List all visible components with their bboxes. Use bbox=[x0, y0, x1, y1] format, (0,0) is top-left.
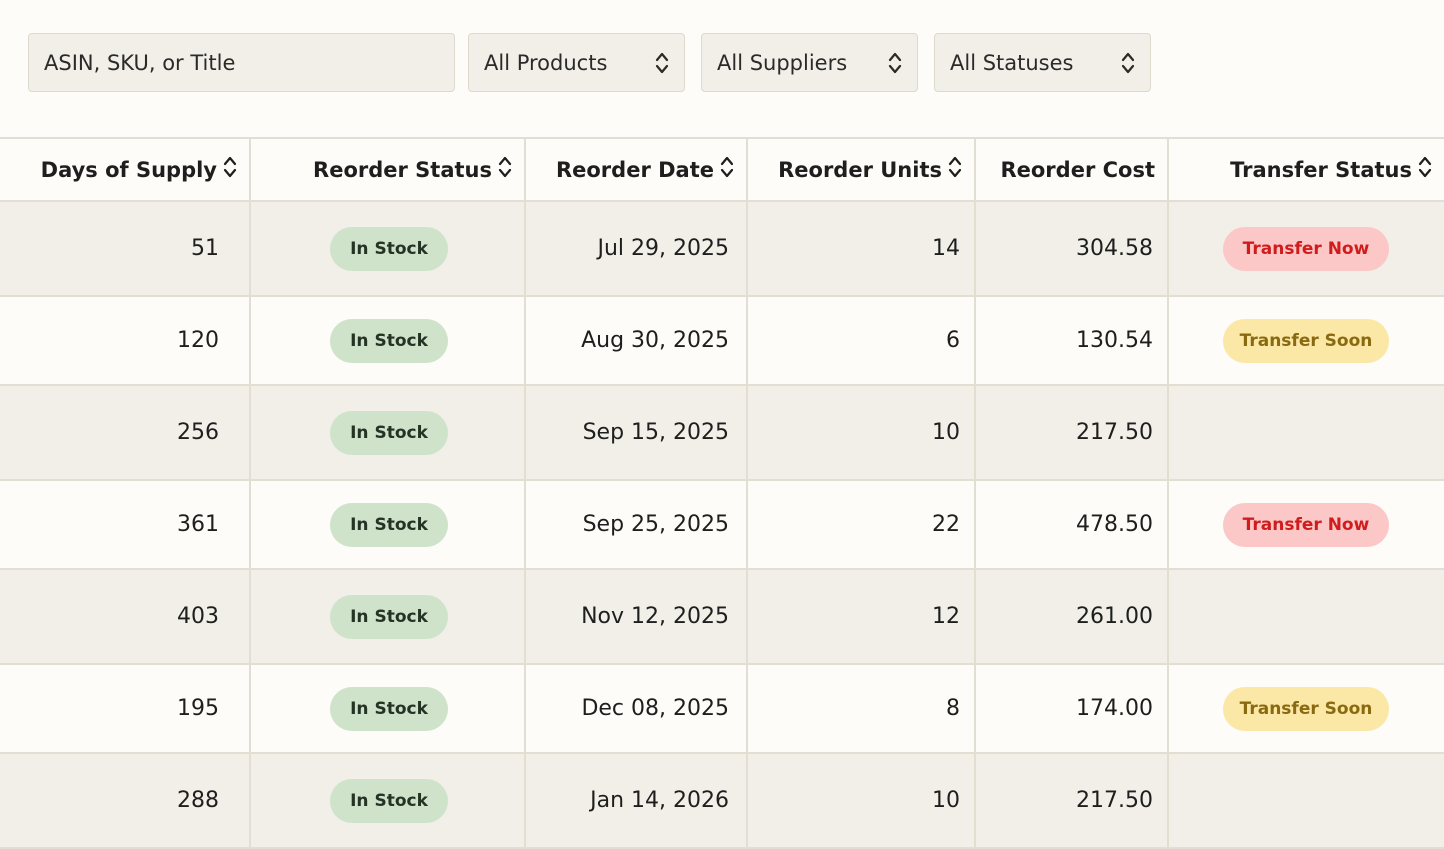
in-stock-badge: In Stock bbox=[330, 318, 448, 363]
column-header-transfer-status[interactable]: Transfer Status bbox=[1169, 139, 1444, 200]
products-select[interactable]: All Products bbox=[468, 33, 685, 92]
in-stock-badge: In Stock bbox=[330, 686, 448, 731]
days-of-supply-cell: 288 bbox=[0, 754, 251, 847]
column-header-reorder-units[interactable]: Reorder Units bbox=[748, 139, 976, 200]
reorder-date-cell: Nov 12, 2025 bbox=[526, 570, 748, 663]
table-row[interactable]: 361 In Stock Sep 25, 2025 22 478.50 Tran… bbox=[0, 481, 1444, 570]
transfer-soon-badge: Transfer Soon bbox=[1223, 686, 1389, 731]
table-row[interactable]: 120 In Stock Aug 30, 2025 6 130.54 Trans… bbox=[0, 297, 1444, 386]
transfer-status-cell bbox=[1169, 754, 1444, 847]
select-chevrons-icon bbox=[888, 51, 902, 75]
column-header-reorder-cost[interactable]: Reorder Cost bbox=[976, 139, 1169, 200]
column-header-days-of-supply[interactable]: Days of Supply bbox=[0, 139, 251, 200]
days-of-supply-cell: 51 bbox=[0, 202, 251, 295]
sort-chevrons-icon bbox=[948, 155, 962, 184]
transfer-now-badge: Transfer Now bbox=[1223, 226, 1389, 271]
in-stock-badge: In Stock bbox=[330, 594, 448, 639]
transfer-now-badge: Transfer Now bbox=[1223, 502, 1389, 547]
reorder-units-cell: 12 bbox=[748, 570, 976, 663]
column-header-label: Days of Supply bbox=[40, 157, 217, 182]
transfer-status-cell: Transfer Soon bbox=[1169, 665, 1444, 752]
select-chevrons-icon bbox=[655, 51, 669, 75]
table-row[interactable]: 195 In Stock Dec 08, 2025 8 174.00 Trans… bbox=[0, 665, 1444, 754]
reorder-units-cell: 14 bbox=[748, 202, 976, 295]
reorder-status-cell: In Stock bbox=[251, 297, 526, 384]
table-row[interactable]: 256 In Stock Sep 15, 2025 10 217.50 bbox=[0, 386, 1444, 481]
days-of-supply-cell: 120 bbox=[0, 297, 251, 384]
transfer-status-cell bbox=[1169, 386, 1444, 479]
reorder-date-cell: Sep 25, 2025 bbox=[526, 481, 748, 568]
transfer-status-cell: Transfer Now bbox=[1169, 202, 1444, 295]
reorder-units-cell: 6 bbox=[748, 297, 976, 384]
days-of-supply-cell: 256 bbox=[0, 386, 251, 479]
table-row[interactable]: 51 In Stock Jul 29, 2025 14 304.58 Trans… bbox=[0, 202, 1444, 297]
in-stock-badge: In Stock bbox=[330, 502, 448, 547]
reorder-date-cell: Sep 15, 2025 bbox=[526, 386, 748, 479]
column-header-label: Reorder Cost bbox=[1000, 157, 1155, 182]
column-header-label: Reorder Units bbox=[778, 157, 942, 182]
reorder-date-cell: Aug 30, 2025 bbox=[526, 297, 748, 384]
days-of-supply-cell: 361 bbox=[0, 481, 251, 568]
transfer-status-cell: Transfer Now bbox=[1169, 481, 1444, 568]
suppliers-select[interactable]: All Suppliers bbox=[701, 33, 918, 92]
statuses-select[interactable]: All Statuses bbox=[934, 33, 1151, 92]
reorder-units-cell: 22 bbox=[748, 481, 976, 568]
reorder-date-cell: Jul 29, 2025 bbox=[526, 202, 748, 295]
column-header-reorder-date[interactable]: Reorder Date bbox=[526, 139, 748, 200]
table-row[interactable]: 403 In Stock Nov 12, 2025 12 261.00 bbox=[0, 570, 1444, 665]
sort-chevrons-icon bbox=[223, 155, 237, 184]
reorder-cost-cell: 217.50 bbox=[976, 386, 1169, 479]
reorder-status-cell: In Stock bbox=[251, 570, 526, 663]
reorder-units-cell: 10 bbox=[748, 386, 976, 479]
reorder-date-cell: Dec 08, 2025 bbox=[526, 665, 748, 752]
transfer-soon-badge: Transfer Soon bbox=[1223, 318, 1389, 363]
column-header-reorder-status[interactable]: Reorder Status bbox=[251, 139, 526, 200]
reorder-date-cell: Jan 14, 2026 bbox=[526, 754, 748, 847]
in-stock-badge: In Stock bbox=[330, 778, 448, 823]
reorder-units-cell: 10 bbox=[748, 754, 976, 847]
column-header-label: Reorder Status bbox=[313, 157, 492, 182]
reorder-status-cell: In Stock bbox=[251, 386, 526, 479]
sort-chevrons-icon bbox=[1418, 155, 1432, 184]
select-chevrons-icon bbox=[1121, 51, 1135, 75]
reorder-cost-cell: 174.00 bbox=[976, 665, 1169, 752]
reorder-cost-cell: 217.50 bbox=[976, 754, 1169, 847]
reorder-cost-cell: 261.00 bbox=[976, 570, 1169, 663]
table-header: Days of Supply Reorder Status Reorder Da… bbox=[0, 137, 1444, 202]
transfer-status-cell bbox=[1169, 570, 1444, 663]
products-select-label: All Products bbox=[484, 50, 608, 75]
days-of-supply-cell: 403 bbox=[0, 570, 251, 663]
search-input[interactable]: ASIN, SKU, or Title bbox=[28, 33, 455, 92]
reorder-table: Days of Supply Reorder Status Reorder Da… bbox=[0, 137, 1444, 849]
reorder-cost-cell: 478.50 bbox=[976, 481, 1169, 568]
reorder-cost-cell: 130.54 bbox=[976, 297, 1169, 384]
reorder-status-cell: In Stock bbox=[251, 202, 526, 295]
in-stock-badge: In Stock bbox=[330, 226, 448, 271]
transfer-status-cell: Transfer Soon bbox=[1169, 297, 1444, 384]
column-header-label: Reorder Date bbox=[555, 157, 714, 182]
days-of-supply-cell: 195 bbox=[0, 665, 251, 752]
in-stock-badge: In Stock bbox=[330, 410, 448, 455]
sort-chevrons-icon bbox=[720, 155, 734, 184]
reorder-status-cell: In Stock bbox=[251, 754, 526, 847]
reorder-units-cell: 8 bbox=[748, 665, 976, 752]
statuses-select-label: All Statuses bbox=[950, 50, 1074, 75]
reorder-status-cell: In Stock bbox=[251, 481, 526, 568]
sort-chevrons-icon bbox=[498, 155, 512, 184]
search-placeholder: ASIN, SKU, or Title bbox=[44, 50, 236, 75]
table-row[interactable]: 288 In Stock Jan 14, 2026 10 217.50 bbox=[0, 754, 1444, 849]
filter-bar: ASIN, SKU, or Title All Products All Sup… bbox=[28, 33, 1151, 92]
suppliers-select-label: All Suppliers bbox=[717, 50, 848, 75]
reorder-status-cell: In Stock bbox=[251, 665, 526, 752]
column-header-label: Transfer Status bbox=[1230, 157, 1412, 182]
reorder-cost-cell: 304.58 bbox=[976, 202, 1169, 295]
